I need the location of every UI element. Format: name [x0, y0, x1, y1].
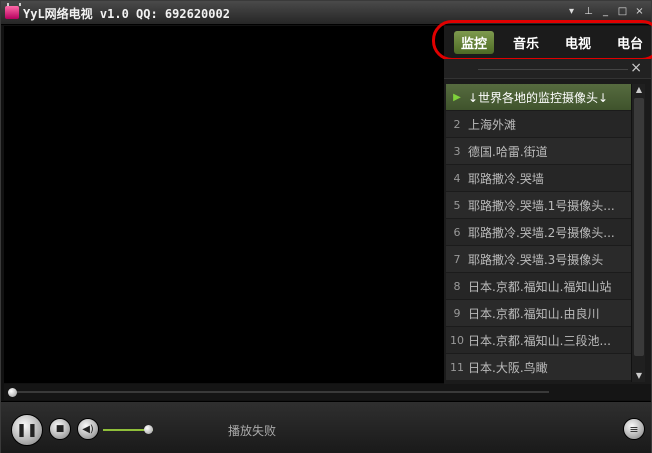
- stop-button[interactable]: ■: [49, 418, 71, 440]
- control-bar: ❚❚ ■ ◀) 播放失败 ≡: [1, 401, 651, 453]
- list-item[interactable]: 7 耶路撒冷.哭墙.3号摄像头: [446, 246, 631, 273]
- window-title: YyL网络电视 v1.0 QQ: 692620002: [23, 7, 230, 21]
- status-text: 播放失败: [228, 424, 277, 438]
- playlist-menu-button[interactable]: ≡: [623, 418, 645, 440]
- list-item[interactable]: 10 日本.京都.福知山.三段池...: [446, 327, 631, 354]
- video-display[interactable]: [4, 26, 444, 383]
- channel-number: 5: [453, 198, 461, 212]
- channel-list: ▶ ↓世界各地的监控摄像头↓ 2 上海外滩 3 德国.哈雷.街道 4 耶路撒冷.哭墙 5…: [446, 84, 631, 384]
- list-scrollbar[interactable]: ▲ ▼: [631, 84, 645, 382]
- volume-button[interactable]: ◀): [77, 418, 99, 440]
- scroll-thumb[interactable]: [634, 98, 644, 356]
- list-item[interactable]: 5 耶路撒冷.哭墙.1号摄像头...: [446, 192, 631, 219]
- list-icon: ≡: [629, 422, 639, 436]
- tab-monitor[interactable]: 监控: [454, 30, 495, 54]
- pause-button[interactable]: ❚❚: [11, 414, 43, 446]
- header-divider: [478, 69, 628, 70]
- channel-label: 日本.京都.福知山.三段池...: [468, 333, 611, 348]
- app-window: YyL网络电视 v1.0 QQ: 692620002 ▾ ⊥ _ □ × 监控 …: [0, 0, 652, 453]
- channel-label: 上海外滩: [468, 117, 517, 132]
- dropdown-icon[interactable]: ▾: [566, 6, 577, 18]
- seek-track[interactable]: [14, 391, 549, 393]
- channel-panel: 监控 音乐 电视 电台 × ▶ ↓世界各地的监控摄像头↓ 2 上海外滩 3 德国.哈雷…: [432, 20, 652, 384]
- tv-app-icon: [5, 3, 21, 19]
- minimize-button[interactable]: _: [600, 6, 611, 18]
- channel-number: 7: [453, 252, 461, 266]
- tab-music[interactable]: 音乐: [506, 31, 546, 54]
- seek-bar[interactable]: [4, 384, 651, 400]
- title-bar[interactable]: YyL网络电视 v1.0 QQ: 692620002 ▾ ⊥ _ □ ×: [1, 1, 651, 25]
- channel-number: 9: [453, 306, 461, 320]
- speaker-icon: ◀): [82, 423, 94, 435]
- scroll-up-icon[interactable]: ▲: [632, 84, 646, 96]
- volume-slider-handle[interactable]: [144, 425, 153, 434]
- channel-label: 日本.京都.福知山.由良川: [468, 306, 600, 321]
- pin-icon[interactable]: ⊥: [583, 6, 594, 18]
- list-item[interactable]: 11 日本.大阪.鸟瞰: [446, 354, 631, 381]
- channel-label: 日本.京都.福知山.福知山站: [468, 279, 612, 294]
- list-item[interactable]: 8 日本.京都.福知山.福知山站: [446, 273, 631, 300]
- channel-number: 10: [450, 333, 464, 347]
- seek-handle[interactable]: [8, 388, 17, 397]
- list-item[interactable]: ▶ ↓世界各地的监控摄像头↓: [446, 84, 631, 111]
- list-header: ×: [444, 59, 651, 79]
- list-item[interactable]: 4 耶路撒冷.哭墙: [446, 165, 631, 192]
- channel-number: 11: [450, 360, 464, 374]
- list-close-icon[interactable]: ×: [630, 60, 642, 76]
- channel-label: ↓世界各地的监控摄像头↓: [468, 90, 609, 105]
- channel-label: 日本.大阪.鸟瞰: [468, 360, 548, 375]
- channel-label: 耶路撒冷.哭墙.3号摄像头: [468, 252, 604, 267]
- play-indicator-icon: ▶: [453, 91, 461, 103]
- channel-label: 耶路撒冷.哭墙.2号摄像头...: [468, 225, 615, 240]
- close-button[interactable]: ×: [634, 6, 645, 18]
- channel-number: 6: [453, 225, 461, 239]
- channel-number: 8: [453, 279, 461, 293]
- channel-number: 2: [453, 117, 461, 131]
- channel-number: 3: [453, 144, 461, 158]
- category-tabs: 监控 音乐 电视 电台: [432, 20, 652, 61]
- stop-icon: ■: [55, 424, 65, 434]
- list-item[interactable]: 6 耶路撒冷.哭墙.2号摄像头...: [446, 219, 631, 246]
- channel-number: 4: [453, 171, 461, 185]
- channel-label: 耶路撒冷.哭墙.1号摄像头...: [468, 198, 615, 213]
- channel-label: 德国.哈雷.街道: [468, 144, 548, 159]
- pause-icon: ❚❚: [16, 422, 38, 438]
- list-item[interactable]: 2 上海外滩: [446, 111, 631, 138]
- list-item[interactable]: 9 日本.京都.福知山.由良川: [446, 300, 631, 327]
- scroll-down-icon[interactable]: ▼: [632, 370, 646, 382]
- list-item[interactable]: 3 德国.哈雷.街道: [446, 138, 631, 165]
- channel-label: 耶路撒冷.哭墙: [468, 171, 544, 186]
- window-controls: ▾ ⊥ _ □ ×: [566, 6, 645, 18]
- maximize-button[interactable]: □: [617, 6, 628, 18]
- tab-radio[interactable]: 电台: [610, 31, 650, 54]
- tab-tv[interactable]: 电视: [558, 31, 598, 54]
